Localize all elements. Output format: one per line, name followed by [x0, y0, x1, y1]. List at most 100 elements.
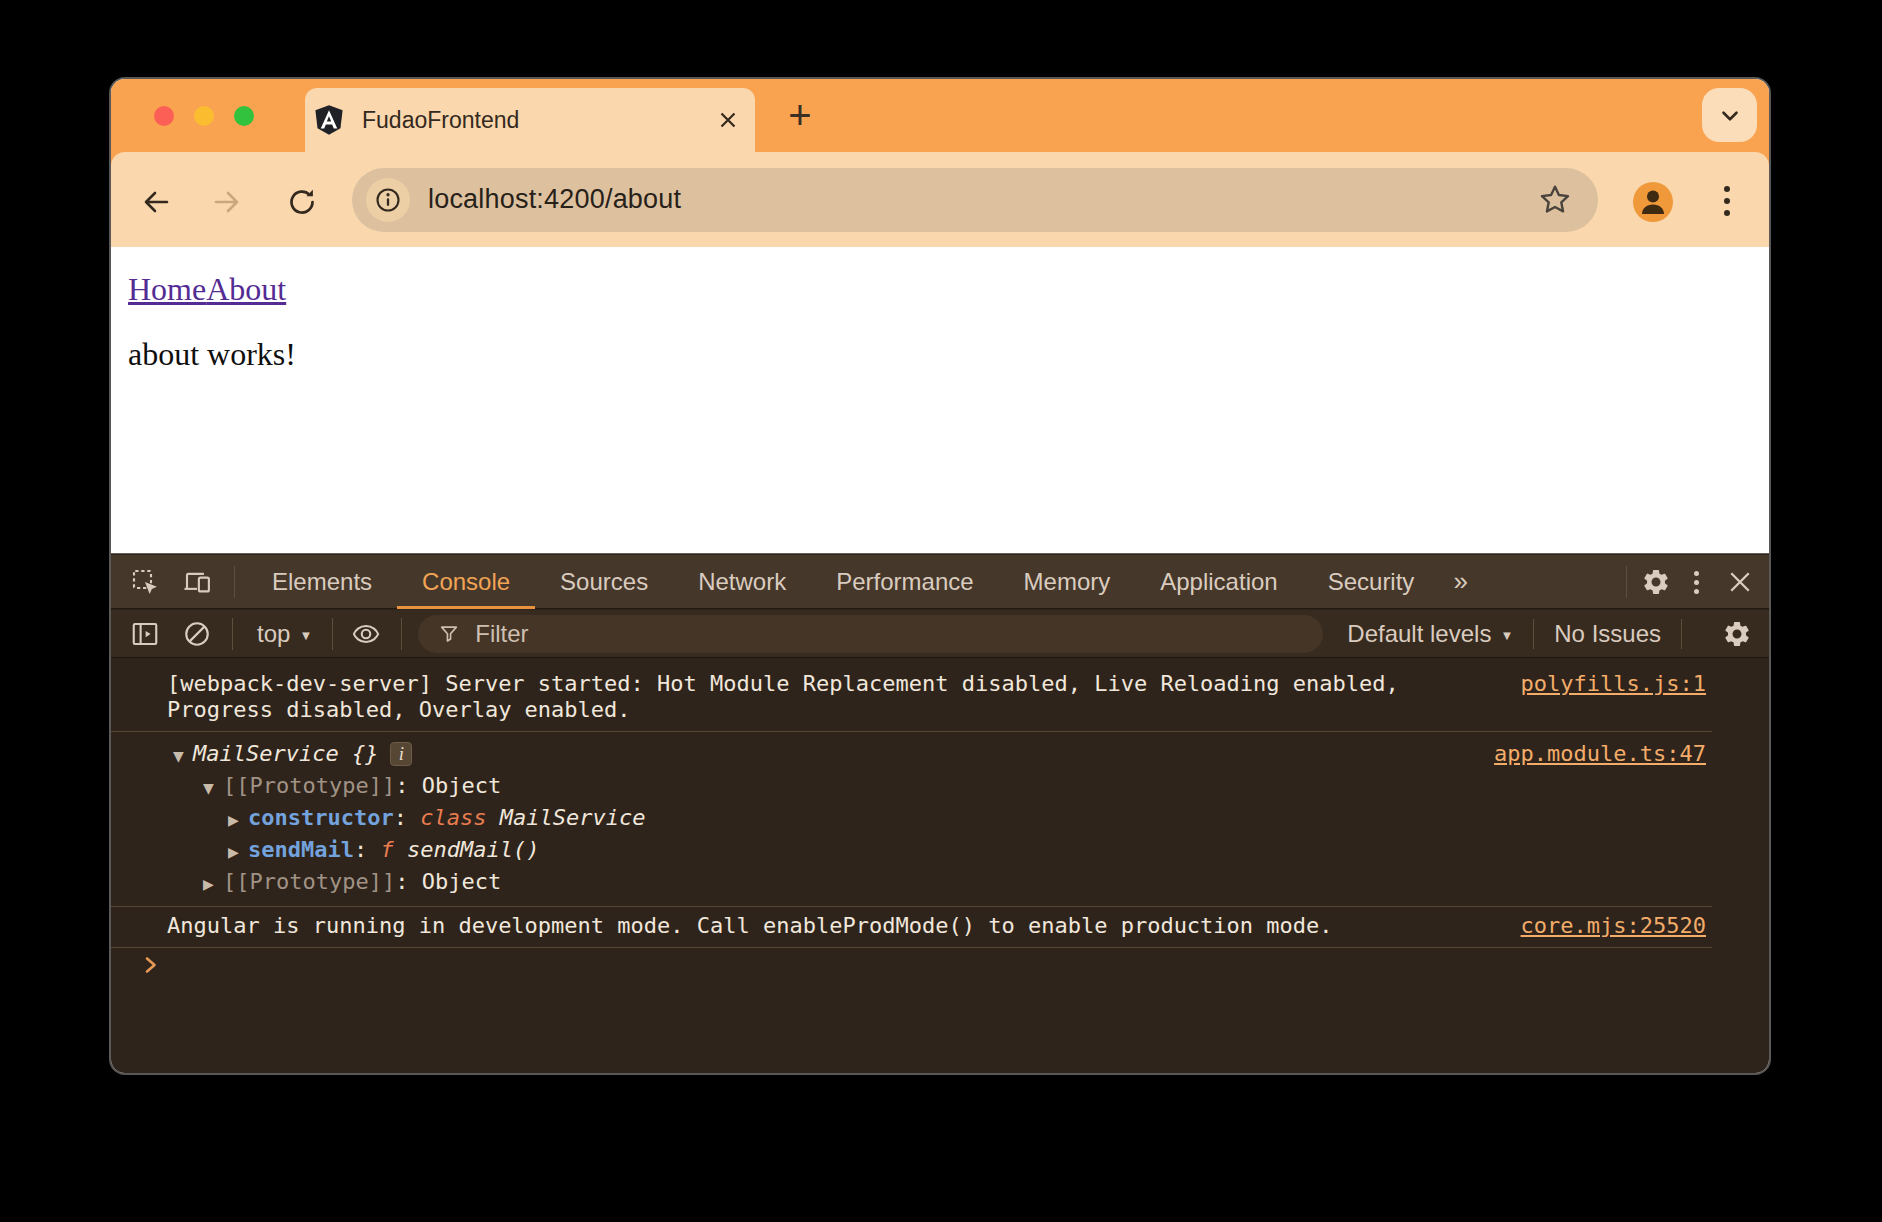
devtools-close-icon[interactable]: [1725, 567, 1755, 597]
console-token: class: [420, 805, 486, 830]
info-icon: [374, 186, 402, 214]
browser-tab[interactable]: FudaoFrontend: [305, 88, 755, 152]
devtools-settings-gear-icon[interactable]: [1641, 567, 1671, 597]
console-row: Angular is running in development mode. …: [111, 913, 1712, 939]
console-row: ▼MailService {} i app.module.ts:47: [111, 738, 1712, 770]
about-link[interactable]: About: [206, 271, 286, 307]
tab-search-button[interactable]: [1702, 88, 1757, 142]
console-settings-gear-icon[interactable]: [1722, 619, 1752, 649]
reload-button[interactable]: [286, 186, 318, 218]
console-token: :: [394, 805, 421, 830]
console-token: [[Prototype]]: [223, 773, 395, 798]
page-nav-links: HomeAbout: [128, 271, 286, 308]
browser-menu-button[interactable]: [1721, 184, 1733, 220]
console-messages: [webpack-dev-server] Server started: Hot…: [111, 658, 1769, 1073]
divider: [1681, 619, 1682, 649]
create-live-expression-icon[interactable]: [351, 619, 381, 649]
devtools-panel: ElementsConsoleSourcesNetworkPerformance…: [111, 553, 1769, 1073]
devtools-tab-bar: ElementsConsoleSourcesNetworkPerformance…: [111, 555, 1769, 609]
url-text[interactable]: localhost:4200/about: [428, 168, 681, 230]
source-location-link[interactable]: polyfills.js:1: [1521, 671, 1706, 697]
prompt-chevron-icon: [140, 954, 162, 976]
devtools-tab-elements[interactable]: Elements: [247, 555, 397, 609]
source-location-link[interactable]: core.mjs:25520: [1521, 913, 1706, 939]
chevron-down-icon: ▼: [1500, 628, 1513, 643]
divider: [401, 618, 402, 650]
console-token: :: [354, 837, 381, 862]
console-token: Object: [422, 773, 501, 798]
site-info-button[interactable]: [366, 178, 410, 222]
console-message-line: Progress disabled, Overlay enabled.: [167, 697, 1502, 723]
expanded-caret-icon[interactable]: ▼: [203, 778, 223, 798]
console-prompt[interactable]: [111, 947, 1712, 977]
collapsed-caret-icon[interactable]: ▶: [228, 810, 248, 830]
filter-placeholder: Filter: [475, 620, 528, 648]
page-body-text: about works!: [128, 336, 296, 373]
console-row: ▶constructor: class MailService: [111, 802, 1712, 834]
devtools-tab-performance[interactable]: Performance: [811, 555, 998, 609]
console-row: ▶sendMail: f sendMail(): [111, 834, 1712, 866]
console-toolbar: top▼ Filter Default levels▼ No Issues: [111, 610, 1769, 658]
person-icon: [1633, 182, 1673, 222]
divider: [232, 618, 233, 650]
new-tab-button[interactable]: +: [775, 87, 825, 143]
back-button[interactable]: [140, 186, 172, 218]
profile-avatar[interactable]: [1633, 182, 1673, 222]
divider: [234, 566, 235, 598]
divider: [1533, 619, 1534, 649]
info-badge[interactable]: i: [390, 742, 412, 766]
log-levels-dropdown[interactable]: Default levels▼: [1347, 620, 1513, 648]
devtools-tab-application[interactable]: Application: [1135, 555, 1302, 609]
filter-funnel-icon: [438, 623, 460, 645]
issues-counter[interactable]: No Issues: [1554, 620, 1661, 648]
devtools-menu-button[interactable]: [1693, 567, 1701, 597]
angular-logo-icon: [313, 104, 345, 136]
console-message-line: Angular is running in development mode. …: [167, 913, 1502, 939]
clear-console-icon[interactable]: [182, 619, 212, 649]
console-token: f: [380, 837, 393, 862]
macos-close-button[interactable]: [154, 106, 174, 126]
bookmark-star-icon[interactable]: [1538, 183, 1572, 217]
console-token: sendMail(): [394, 837, 540, 862]
macos-minimize-button[interactable]: [194, 106, 214, 126]
console-row: [webpack-dev-server] Server started: Hot…: [111, 671, 1712, 723]
inspect-element-icon[interactable]: [130, 567, 160, 597]
console-token: MailService: [486, 805, 645, 830]
console-token: MailService {}: [193, 741, 378, 766]
page-content: HomeAbout about works!: [111, 247, 1769, 553]
context-selector[interactable]: top▼: [257, 620, 312, 648]
browser-toolbar: localhost:4200/about: [111, 152, 1769, 247]
address-bar[interactable]: localhost:4200/about: [352, 168, 1598, 232]
more-tabs-button[interactable]: »: [1439, 566, 1481, 597]
console-token: [[Prototype]]: [223, 869, 395, 894]
tab-close-icon[interactable]: [716, 108, 740, 132]
macos-zoom-button[interactable]: [234, 106, 254, 126]
console-token: Object: [422, 869, 501, 894]
chevron-down-icon: [1717, 103, 1743, 129]
chevron-down-icon: ▼: [299, 628, 312, 643]
console-row: ▼[[Prototype]]: Object: [111, 770, 1712, 802]
device-toolbar-icon[interactable]: [182, 567, 212, 597]
devtools-tab-memory[interactable]: Memory: [999, 555, 1136, 609]
source-location-link[interactable]: app.module.ts:47: [1494, 738, 1706, 770]
collapsed-caret-icon[interactable]: ▶: [203, 874, 223, 894]
devtools-tab-sources[interactable]: Sources: [535, 555, 673, 609]
expanded-caret-icon[interactable]: ▼: [173, 746, 193, 766]
forward-button[interactable]: [211, 186, 243, 218]
console-token: :: [395, 773, 422, 798]
console-token: sendMail: [248, 837, 354, 862]
devtools-tab-network[interactable]: Network: [673, 555, 811, 609]
divider: [1626, 566, 1627, 598]
console-row: ▶[[Prototype]]: Object: [111, 866, 1712, 898]
devtools-tab-security[interactable]: Security: [1303, 555, 1440, 609]
console-filter-input[interactable]: Filter: [418, 615, 1323, 653]
console-message-line: [webpack-dev-server] Server started: Hot…: [167, 671, 1502, 697]
console-token: :: [395, 869, 422, 894]
home-link[interactable]: Home: [128, 271, 206, 307]
collapsed-caret-icon[interactable]: ▶: [228, 842, 248, 862]
devtools-tab-console[interactable]: Console: [397, 555, 535, 609]
browser-window: FudaoFrontend +: [111, 79, 1769, 1073]
console-sidebar-icon[interactable]: [130, 619, 160, 649]
tab-title: FudaoFrontend: [362, 88, 519, 152]
divider: [332, 618, 333, 650]
